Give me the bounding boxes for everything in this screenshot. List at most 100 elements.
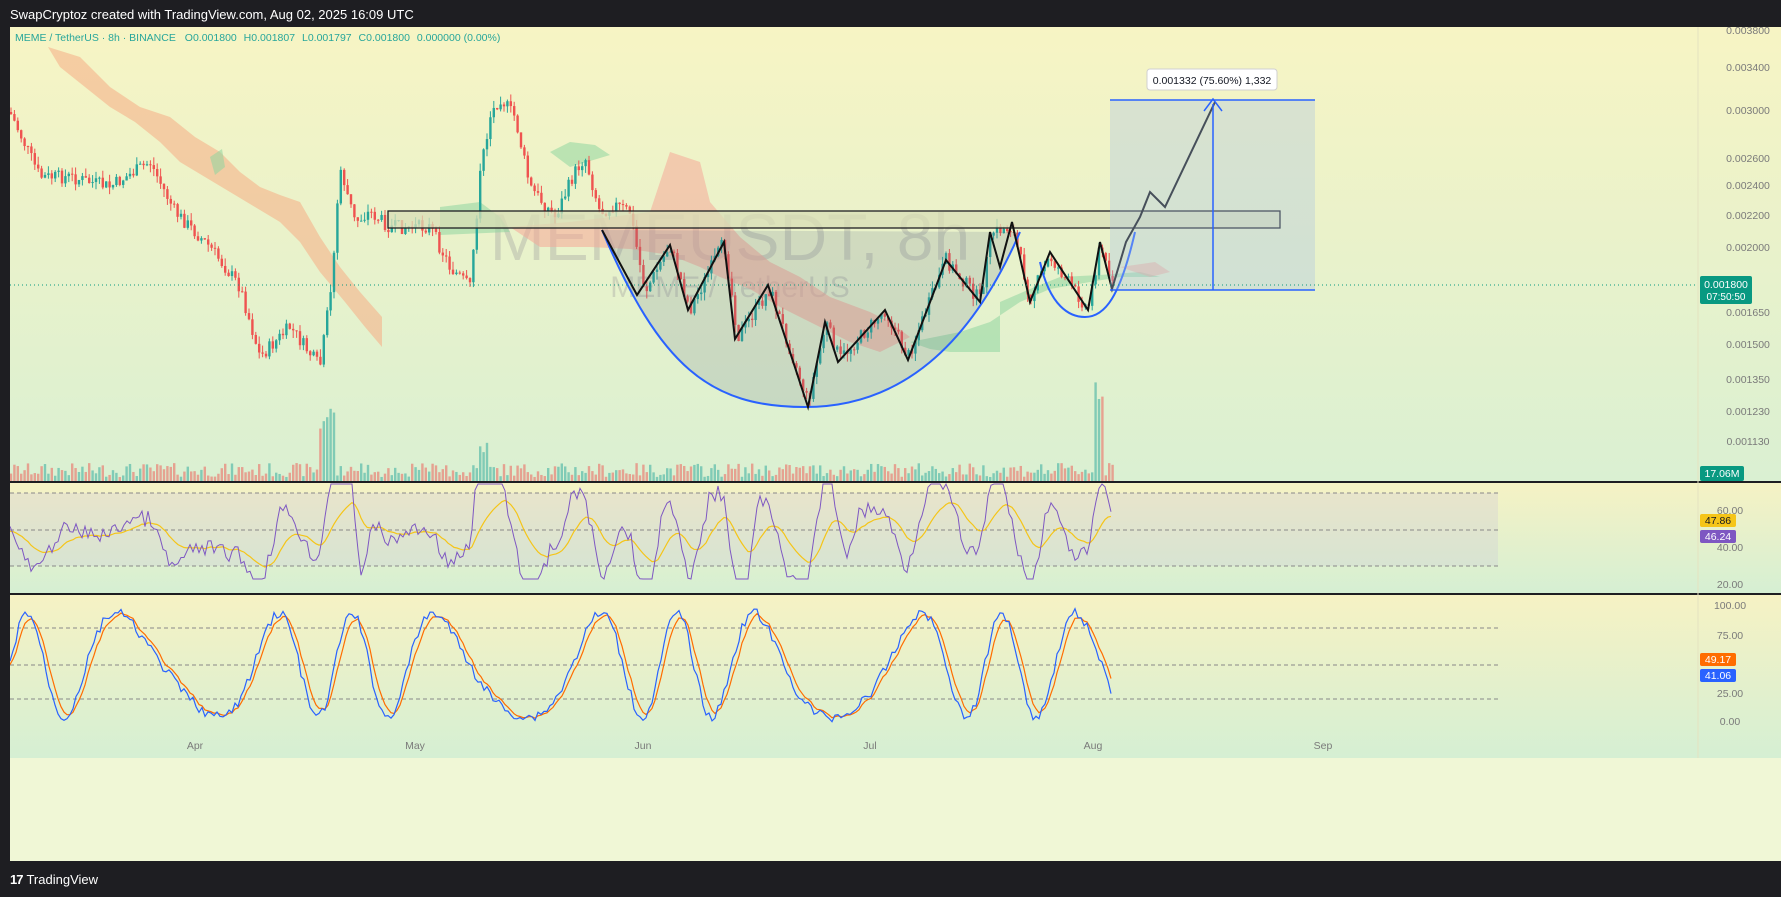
volume-bar <box>43 464 47 481</box>
candle-body <box>315 351 319 357</box>
volume-bar <box>587 466 591 481</box>
volume-bar <box>676 464 679 481</box>
volume-bar <box>625 473 628 481</box>
volume-bar <box>880 466 883 481</box>
volume-bar <box>482 452 485 481</box>
stoch-k-value: 41.06 <box>1705 670 1731 682</box>
volume-bar <box>1016 470 1019 481</box>
candle-body <box>98 177 101 179</box>
volume-bar <box>734 468 737 481</box>
volume-bar <box>584 472 587 481</box>
volume-bar <box>958 464 961 481</box>
volume-bar <box>268 463 271 481</box>
volume-bar <box>217 473 220 481</box>
candle-body <box>339 169 342 204</box>
volume-bar <box>934 468 937 481</box>
volume-bar <box>213 476 217 481</box>
volume-bar <box>380 476 383 481</box>
volume-bar <box>57 467 60 481</box>
stoch-d-value: 49.17 <box>1705 654 1731 666</box>
volume-bar <box>536 471 540 481</box>
svg-text:0.001230: 0.001230 <box>1726 406 1770 418</box>
volume-bar <box>1057 463 1060 481</box>
volume-bar <box>1029 472 1033 481</box>
volume-bar <box>907 473 910 481</box>
volume-bar <box>526 472 529 481</box>
chart-area[interactable]: MEMEUSDT, 8h MEME / TetherUS 0. <box>9 25 1781 861</box>
volume-bar <box>1111 464 1114 481</box>
volume-bar <box>434 465 438 481</box>
candle-body <box>173 203 176 205</box>
volume-bar <box>190 471 193 481</box>
candle-body <box>598 198 601 209</box>
volume-bar <box>873 471 876 481</box>
volume-bar <box>740 476 744 481</box>
rsi-ma-value: 47.86 <box>1705 515 1731 527</box>
candle-body <box>462 273 465 276</box>
volume-bar <box>642 464 645 481</box>
volume-bar <box>356 470 359 481</box>
volume-bar <box>652 472 655 481</box>
candle-body <box>162 183 166 190</box>
candle-body <box>247 313 251 320</box>
volume-label: 17.06M <box>1704 468 1739 480</box>
svg-text:0.002400: 0.002400 <box>1726 180 1770 192</box>
volume-bar <box>152 471 155 481</box>
attribution-bar: SwapCryptoz created with TradingView.com… <box>0 0 1781 27</box>
candle-body <box>366 211 370 220</box>
volume-bar <box>540 474 543 481</box>
svg-text:0.003800: 0.003800 <box>1726 27 1770 37</box>
volume-bar <box>669 468 672 481</box>
volume-bar <box>1067 467 1070 481</box>
volume-bar <box>373 472 376 481</box>
volume-bar <box>924 472 927 481</box>
volume-bar <box>220 468 223 481</box>
volume-bar <box>1050 473 1053 481</box>
candle-body <box>584 160 587 167</box>
volume-bar <box>601 465 604 481</box>
candle-body <box>125 176 128 181</box>
symbol-legend[interactable]: MEME / TetherUS · 8h · BINANCE O0.001800… <box>15 32 500 44</box>
svg-text:MEME / TetherUS · 8h · BINANCE: MEME / TetherUS · 8h · BINANCE O0.001800… <box>15 32 500 44</box>
volume-bar <box>383 473 387 481</box>
candle-body <box>241 291 244 293</box>
volume-bar <box>696 463 699 481</box>
volume-bar <box>679 464 682 481</box>
volume-bar <box>737 463 740 481</box>
volume-bar <box>856 469 859 481</box>
svg-text:0.003400: 0.003400 <box>1726 62 1770 74</box>
candle-body <box>203 238 206 240</box>
volume-bar <box>414 467 417 481</box>
volume-bar <box>941 471 944 481</box>
volume-bar <box>207 475 210 481</box>
volume-bar <box>965 474 968 481</box>
volume-bar <box>910 466 914 481</box>
volume-bar <box>275 472 278 481</box>
volume-bar <box>713 464 716 481</box>
candle-body <box>23 138 26 147</box>
candle-body <box>251 319 254 335</box>
volume-bar <box>88 463 91 481</box>
volume-bar <box>621 469 625 481</box>
candle-body <box>292 328 295 331</box>
volume-bar <box>13 464 16 481</box>
volume-bar <box>955 472 958 481</box>
volume-bar <box>904 468 907 481</box>
volume-bar <box>917 463 920 481</box>
tradingview-logo[interactable]: 17 TradingView <box>10 872 98 887</box>
volume-bar <box>203 466 206 481</box>
volume-bar <box>298 464 302 481</box>
volume-bar <box>822 476 825 481</box>
volume-bar <box>47 473 50 481</box>
svg-text:Aug: Aug <box>1084 740 1103 752</box>
candle-body <box>88 177 91 184</box>
volume-bar <box>50 467 53 481</box>
volume-bar <box>468 472 472 481</box>
volume-bar <box>1060 463 1063 481</box>
candle-body <box>1050 258 1053 262</box>
candle-body <box>13 114 16 121</box>
bar-countdown: 07:50:50 <box>1707 292 1746 303</box>
candle-body <box>128 173 132 177</box>
chart-canvas[interactable]: MEMEUSDT, 8h MEME / TetherUS 0. <box>9 25 1781 861</box>
volume-bar <box>1026 471 1029 481</box>
